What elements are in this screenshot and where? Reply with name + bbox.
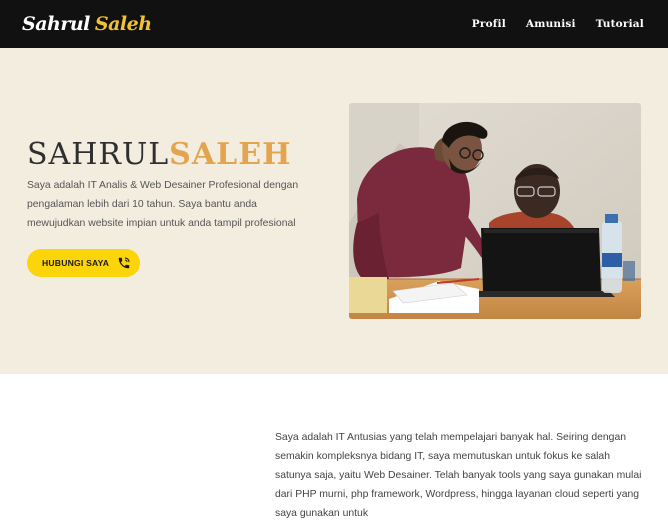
hero-photo <box>349 103 641 319</box>
hero-title-first: SAHRUL <box>27 137 170 172</box>
site-logo[interactable]: Sahrul Saleh <box>22 13 152 35</box>
logo-first-name: Sahrul <box>22 13 90 35</box>
navbar: Sahrul Saleh Profil Amunisi Tutorial <box>0 0 668 48</box>
logo-last-name: Saleh <box>94 13 152 35</box>
hero-title: SAHRULSALEH <box>27 140 291 170</box>
phone-icon <box>117 256 131 270</box>
nav-link-tutorial[interactable]: Tutorial <box>596 18 644 30</box>
contact-button-label: HUBUNGI SAYA <box>42 258 110 268</box>
nav-link-profil[interactable]: Profil <box>472 18 506 30</box>
contact-button[interactable]: HUBUNGI SAYA <box>27 249 140 277</box>
about-paragraph: Saya adalah IT Antusias yang telah mempe… <box>275 432 642 519</box>
hero-title-last: SALEH <box>169 137 292 172</box>
nav-menu: Profil Amunisi Tutorial <box>472 18 644 30</box>
hero-description: Saya adalah IT Analis & Web Desainer Pro… <box>27 180 299 229</box>
nav-link-amunisi[interactable]: Amunisi <box>526 18 576 30</box>
